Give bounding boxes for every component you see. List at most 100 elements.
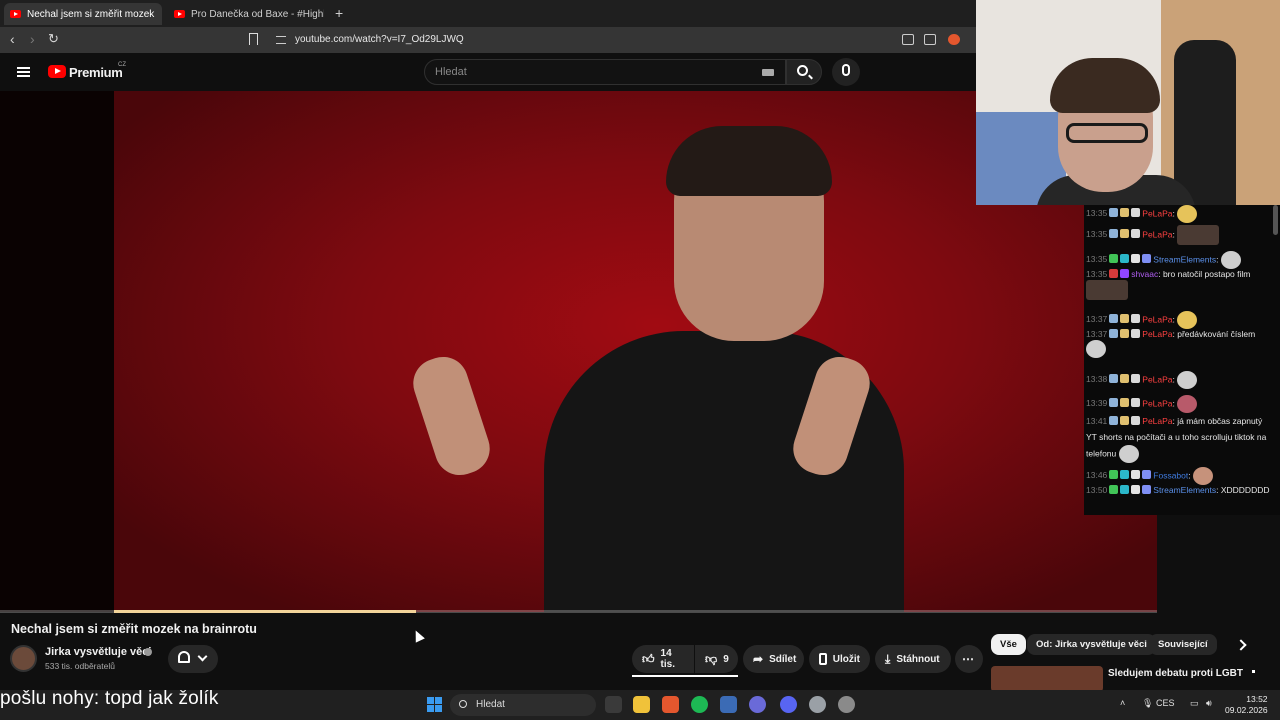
presenter-hand-left [406,350,497,482]
new-tab-icon[interactable]: + [335,5,343,21]
chat-user: PeLaPa [1142,374,1173,385]
related-video-title[interactable]: Sledujem debatu proti LGBT [1108,668,1243,679]
chat-message: 13:38 PeLaPa: [1086,371,1272,389]
app-icon[interactable] [720,696,737,713]
address-bar: ‹ › ↻ youtube.com/watch?v=I7_Od29LJWQ [0,27,976,53]
clock-time: 13:52 [1246,694,1268,704]
menu-icon[interactable] [17,67,30,77]
clock-date: 09.02.2026 [1225,705,1268,715]
task-view-icon[interactable] [605,696,622,713]
app-icon[interactable] [838,696,855,713]
chip-all[interactable]: Vše [991,634,1026,655]
chat-user: PeLaPa [1142,229,1173,240]
presenter-hair [666,126,832,196]
chrome-profile-icon[interactable] [809,696,826,713]
chat-message: 13:50 StreamElements: XDDDDDDD [1086,485,1272,496]
chat-time: 13:35 [1086,229,1108,240]
kebab-menu-icon[interactable] [1252,670,1255,683]
share-icon: ➦ [753,652,764,666]
browser-tab-active[interactable]: Nechal jsem si změřit mozek ✕ [4,3,162,25]
clock[interactable]: 13:52 09.02.2026 [1225,694,1268,716]
chat-user: Fossabot [1153,470,1189,481]
chat-time: 13:50 [1086,485,1108,495]
chat-message: 13:35 PeLaPa: [1086,205,1272,223]
like-ratio-bar [632,675,738,677]
video-title: Nechal jsem si změřit mozek na brainrotu [11,622,257,636]
channel-name[interactable]: Jirka vysvětluje věci [45,646,151,658]
youtube-brand[interactable]: Premium [69,65,123,80]
youtube-logo-icon[interactable] [48,65,66,78]
url-field[interactable]: youtube.com/watch?v=I7_Od29LJWQ [268,30,968,50]
chat-text: : XDDDDDDD [1216,485,1270,495]
forward-icon[interactable]: › [30,31,35,47]
taskbar-search-input[interactable]: Hledat [450,694,596,716]
subscriber-count: 533 tis. odběratelů [45,661,115,671]
microphone-icon [842,64,850,76]
chat-message: 13:37 PeLaPa: [1086,311,1272,329]
related-video-thumbnail[interactable] [991,666,1103,692]
chat-text: : [1188,470,1191,481]
monitor-icon[interactable]: ▭ [1190,698,1199,709]
notification-bell-button[interactable] [168,645,218,673]
dislike-button[interactable]: 👎︎ 9 [695,645,738,673]
brave-browser-icon[interactable] [662,696,679,713]
chat-message: 13:39 PeLaPa: [1086,395,1272,413]
download-button[interactable]: ⤓ Stáhnout [875,645,951,673]
chat-text: : [1172,398,1175,409]
search-icon [459,700,467,708]
chrome-icon[interactable] [749,696,766,713]
emote-icon [1118,445,1139,463]
share-icon[interactable] [924,34,936,45]
chat-text: : předávkování číslem [1172,329,1256,339]
save-button[interactable]: Uložit [809,645,870,673]
webcam-chair [1174,40,1236,205]
chip-related[interactable]: Související [1149,634,1217,655]
youtube-favicon-icon [174,10,185,18]
chevron-right-icon[interactable] [1235,639,1247,651]
language-indicator[interactable]: CES [1156,698,1175,708]
more-actions-button[interactable]: ⋯ [955,645,983,673]
chat-time: 13:35 [1086,208,1108,219]
voice-search-button[interactable] [832,58,860,86]
emote-icon [1220,251,1241,269]
tab-title: Nechal jsem si změřit mozek [27,8,155,20]
browser-tab[interactable]: Pro Danečka od Baxe - #Highlights [168,3,324,25]
microphone-tray-icon[interactable]: 🎙︎ [1142,698,1153,709]
file-explorer-icon[interactable] [633,696,650,713]
download-label: Stáhnout [896,653,940,665]
emote-icon [1177,205,1198,223]
chat-user: StreamElements [1153,254,1217,265]
tray-chevron-icon[interactable]: ˄ [1120,698,1125,708]
chat-scrollbar[interactable] [1273,205,1278,235]
discord-icon[interactable] [780,696,797,713]
chat-user: shvaac [1131,269,1159,279]
chat-text: : [1172,314,1175,325]
progress-fill[interactable] [114,610,416,613]
keyboard-icon[interactable] [762,69,774,76]
windows-start-icon[interactable] [427,697,442,712]
like-button[interactable]: 👍︎ 14 tis. [632,645,694,673]
cast-icon[interactable] [902,34,914,45]
brave-shield-icon[interactable] [948,34,960,45]
volume-icon[interactable]: 🔊︎ [1206,698,1212,709]
chat-time: 13:37 [1086,329,1108,339]
search-input[interactable]: Hledat [424,59,786,85]
reload-icon[interactable]: ↻ [48,31,59,47]
chip-from-channel[interactable]: Od: Jirka vysvětluje věci [1027,634,1156,655]
back-icon[interactable]: ‹ [10,31,15,47]
chat-text: : [1172,229,1175,240]
chat-user: PeLaPa [1142,329,1173,339]
dislike-count: 9 [723,653,729,665]
channel-avatar[interactable] [10,645,37,672]
search-button[interactable] [786,59,822,85]
share-button[interactable]: ➦ Sdílet [743,645,804,673]
windows-taskbar: Hledat ˄ 🎙︎ CES ▭ 🔊︎ 13:52 09.02.2026 [420,690,1280,720]
bookmark-icon[interactable] [249,33,258,45]
chat-time: 13:37 [1086,314,1108,325]
thumbs-down-icon: 👎︎ [705,651,718,666]
chat-user: PeLaPa [1142,398,1173,409]
save-label: Uložit [832,653,860,665]
spotify-icon[interactable] [691,696,708,713]
chat-time: 13:39 [1086,398,1108,409]
bell-icon [178,651,190,663]
